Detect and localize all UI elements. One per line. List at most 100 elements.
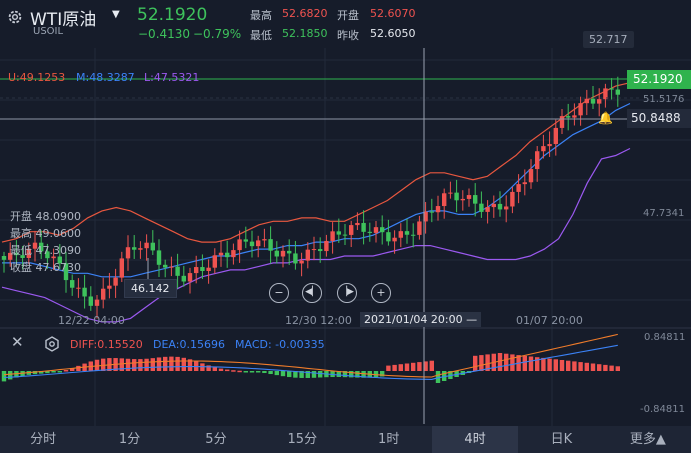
candle-body [76,287,81,289]
candle-body [181,275,186,282]
tab-1hour[interactable]: 1时 [346,426,432,453]
macd-bar [553,359,558,371]
indicator-settings-icon[interactable] [44,336,60,352]
candle-body [417,221,422,235]
price-chart[interactable] [0,0,691,426]
candle-body [305,249,310,261]
macd-bar [584,362,589,371]
candle-body [138,248,143,250]
candle-body [404,231,410,235]
tab-4hour[interactable]: 4时 [431,426,519,453]
candle-body [132,247,137,250]
candle-body [231,250,236,258]
zoom-out-button[interactable]: − [269,283,289,303]
macd-bar [268,371,273,375]
macd-bar [504,353,509,371]
candle-body [473,195,478,204]
candle-body [485,207,490,212]
candle-body [194,267,199,274]
macd-bar [311,371,317,378]
candle-body [107,285,112,289]
macd-bar [398,364,403,371]
candle-body [448,192,453,194]
scroll-left-button[interactable]: ◀▏ [302,283,322,303]
macd-bar [249,371,255,373]
candle-body [336,231,341,235]
candle-body [522,182,527,185]
candle-body [584,98,589,104]
close-indicator-icon[interactable]: ✕ [11,333,24,351]
candle-body [169,266,174,268]
tab-daily[interactable]: 日K [518,426,604,453]
macd-bar [386,365,391,371]
candle-body [479,203,484,212]
candle-body [516,184,521,192]
candle-body [528,169,534,183]
candle-body [373,227,379,233]
macd-bar [144,358,149,371]
macd-bar [473,355,478,371]
macd-bar [609,365,614,371]
macd-bar [274,371,279,376]
candle-body [609,88,614,90]
macd-bar [138,359,143,371]
macd-bar [150,358,155,371]
macd-bar [156,357,162,371]
candle-body [454,192,459,201]
macd-bar [175,356,180,371]
tab-1min[interactable]: 1分 [86,426,172,453]
macd-bar [76,365,81,371]
macd-bar [243,371,248,373]
macd-bar [541,357,546,371]
candle-body [113,277,118,286]
lower-band-value: L:47.5321 [144,71,200,84]
macd-bar [287,371,292,378]
candle-body [101,288,106,300]
macd-bar [218,368,224,371]
candle-body [361,222,366,232]
macd-bar [429,360,434,371]
macd-dea: DEA:0.15696 [153,338,225,351]
macd-bar [169,356,174,371]
macd-bar [572,361,577,371]
candle-body [566,116,571,118]
macd-bar [212,367,217,371]
macd-bar [57,371,62,373]
macd-bar [547,358,552,371]
macd-value: MACD: -0.00335 [235,338,325,351]
tab-timeshare[interactable]: 分时 [0,426,86,453]
candle-body [429,211,434,213]
zoom-in-button[interactable]: + [371,283,391,303]
macd-bar [404,363,410,371]
candle-body [442,193,447,207]
candle-body [274,250,279,257]
tab-5min[interactable]: 5分 [173,426,259,453]
candle-body [330,231,335,241]
candle-body [156,250,162,265]
candle-body [355,222,360,226]
candle-body [187,273,193,282]
candle-body [256,240,261,247]
macd-bar [497,353,503,371]
candle-body [237,239,242,251]
macd-bar [63,370,69,372]
macd-bar [528,356,534,371]
macd-bar [578,362,583,371]
candle-body [491,203,496,208]
bell-icon[interactable]: 🔔 [598,111,613,125]
candle-body [466,195,472,199]
top-price-label: 52.717 [583,31,634,48]
macd-bar [181,357,186,371]
macd-bar [318,371,323,378]
candle-body [318,249,323,252]
candle-body [175,266,180,276]
tab-more[interactable]: 更多▲ [605,426,691,453]
candle-body [144,242,149,249]
macd-bar [163,356,168,371]
candle-body [398,231,403,238]
timeframe-tabs: 分时 1分 5分 15分 1时 4时 日K 更多▲ [0,426,691,453]
tab-15min[interactable]: 15分 [259,426,345,453]
candle-body [590,98,596,104]
scroll-right-button[interactable]: ▕▶ [337,283,357,303]
candle-body [380,227,385,233]
